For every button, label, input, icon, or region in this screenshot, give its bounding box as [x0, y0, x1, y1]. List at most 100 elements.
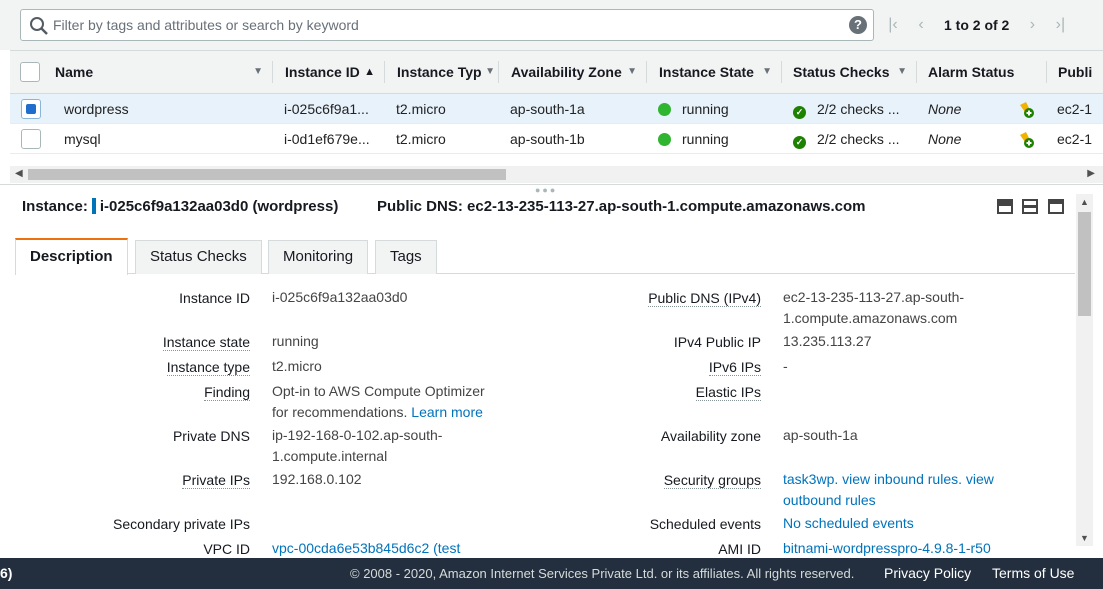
column-instance-type[interactable]: Instance Typ ▼	[385, 51, 499, 93]
column-status-checks[interactable]: Status Checks ▼	[782, 51, 917, 93]
first-page-icon[interactable]: |‹	[886, 16, 900, 34]
table-row[interactable]: wordpress i-025c6f9a1... t2.micro ap-sou…	[10, 94, 1103, 124]
terms-of-use-link[interactable]: Terms of Use	[992, 565, 1074, 581]
value-instance-state: running	[272, 333, 319, 349]
scroll-down-icon[interactable]: ▼	[1080, 533, 1089, 543]
column-public-dns[interactable]: Publi	[1047, 51, 1103, 93]
column-instance-id[interactable]: Instance ID ▲	[273, 51, 385, 93]
alarm-bell-icon[interactable]	[1017, 101, 1035, 119]
value-finding: Opt-in to AWS Compute Optimizer for reco…	[272, 383, 485, 420]
value-private-ips: 192.168.0.102	[272, 471, 362, 487]
learn-more-link[interactable]: Learn more	[411, 404, 483, 420]
footer-left-text: 6)	[0, 565, 13, 581]
security-group-link[interactable]: task3wp.	[783, 471, 838, 487]
pagination-text: 1 to 2 of 2	[944, 17, 1010, 33]
label-instance-type: Instance type	[166, 359, 250, 376]
alarm-bell-icon[interactable]	[1017, 131, 1035, 149]
selection-marker	[91, 198, 96, 214]
table-header: Name ▼ Instance ID ▲ Instance Typ ▼ Availab…	[10, 50, 1103, 94]
scheduled-events-link[interactable]: No scheduled events	[783, 513, 914, 534]
column-name[interactable]: Name ▼	[55, 51, 273, 93]
row-checkbox[interactable]	[21, 99, 41, 119]
cell-zone: ap-south-1b	[510, 131, 585, 147]
row-checkbox[interactable]	[21, 129, 41, 149]
next-page-icon[interactable]: ›	[1025, 16, 1039, 34]
vpc-id-link[interactable]: vpc-00cda6e53b845d6c2 (test	[272, 538, 460, 559]
horizontal-scrollbar[interactable]: ◀ ▶	[10, 166, 1103, 183]
cell-name: mysql	[64, 131, 101, 147]
label-private-ips: Private IPs	[182, 472, 250, 489]
cell-zone: ap-south-1a	[510, 101, 585, 117]
column-alarm-status[interactable]: Alarm Status	[917, 51, 1047, 93]
label-finding: Finding	[204, 384, 250, 401]
value-availability-zone: ap-south-1a	[783, 427, 858, 443]
layout-bottom-icon[interactable]	[997, 199, 1013, 214]
value-security-groups: task3wp. view inbound rules. view outbou…	[783, 469, 1023, 511]
privacy-policy-link[interactable]: Privacy Policy	[884, 565, 971, 581]
label-scheduled-events: Scheduled events	[649, 516, 761, 532]
scroll-up-icon[interactable]: ▲	[1080, 197, 1089, 207]
vertical-scrollbar[interactable]: ▲ ▼	[1076, 194, 1093, 546]
cell-instance-type: t2.micro	[396, 131, 446, 147]
ami-id-link[interactable]: bitnami-wordpresspro-4.9.8-1-r50	[783, 538, 991, 559]
value-public-dns: ec2-13-235-113-27.ap-south- 1.compute.ama…	[783, 289, 965, 326]
value-instance-id: i-025c6f9a132aa03d0	[272, 289, 408, 305]
tab-status-checks[interactable]: Status Checks	[135, 240, 262, 274]
label-secondary-private-ips: Secondary private IPs	[113, 516, 250, 532]
tab-tags[interactable]: Tags	[375, 240, 437, 274]
search-input[interactable]: Filter by tags and attributes or search …	[20, 9, 874, 41]
footer: 6) © 2008 - 2020, Amazon Internet Servic…	[0, 558, 1103, 589]
last-page-icon[interactable]: ›|	[1053, 16, 1067, 34]
search-icon	[30, 17, 48, 35]
view-outbound-link[interactable]: view	[966, 471, 994, 487]
label-ipv4-public-ip: IPv4 Public IP	[673, 334, 761, 350]
cell-instance-type: t2.micro	[396, 101, 446, 117]
ec2-console: Filter by tags and attributes or search …	[0, 0, 1103, 589]
column-availability-zone[interactable]: Availability Zone ▼	[499, 51, 647, 93]
label-vpc-id: VPC ID	[203, 541, 250, 557]
detail-instance-header: Instance: i-025c6f9a132aa03d0 (wordpress)	[22, 198, 339, 215]
cell-name: wordpress	[64, 101, 129, 117]
label-ipv6-ips: IPv6 IPs	[708, 359, 761, 376]
value-ipv6-ips: -	[783, 358, 788, 374]
scrollbar-thumb[interactable]	[28, 169, 506, 180]
table-row[interactable]: mysql i-0d1ef679e... t2.micro ap-south-1…	[10, 124, 1103, 154]
pagination: |‹ ‹ 1 to 2 of 2 › ›|	[886, 14, 1067, 36]
select-all-checkbox[interactable]	[20, 62, 40, 82]
label-instance-state: Instance state	[162, 334, 250, 351]
scrollbar-thumb[interactable]	[1078, 212, 1091, 316]
running-status-icon	[658, 133, 671, 146]
value-ipv4-public-ip: 13.235.113.27	[783, 333, 872, 349]
inbound-rules-link[interactable]: view inbound rules.	[842, 471, 962, 487]
cell-alarm: None	[928, 131, 962, 147]
label-elastic-ips: Elastic IPs	[695, 384, 761, 401]
scroll-right-icon[interactable]: ▶	[1087, 168, 1095, 179]
detail-public-dns-header: Public DNS: ec2-13-235-113-27.ap-south-1…	[377, 198, 866, 215]
cell-state: running	[658, 94, 729, 124]
column-instance-state[interactable]: Instance State ▼	[647, 51, 782, 93]
check-ok-icon: ✓	[793, 136, 806, 149]
layout-top-icon[interactable]	[1048, 199, 1064, 214]
outbound-rules-link[interactable]: outbound rules	[783, 492, 876, 508]
cell-status-checks: ✓ 2/2 checks ...	[793, 124, 911, 154]
layout-split-icon[interactable]	[1022, 199, 1038, 214]
check-ok-icon: ✓	[793, 106, 806, 119]
cell-instance-id: i-0d1ef679e...	[284, 131, 370, 147]
label-ami-id: AMI ID	[718, 541, 761, 557]
help-icon[interactable]: ?	[849, 16, 867, 34]
cell-instance-id: i-025c6f9a1...	[284, 101, 369, 117]
value-private-dns: ip-192-168-0-102.ap-south- 1.compute.inte…	[272, 427, 443, 464]
detail-tabs: Description Status Checks Monitoring Tag…	[15, 238, 1075, 275]
copyright: © 2008 - 2020, Amazon Internet Services …	[350, 566, 855, 581]
label-private-dns: Private DNS	[172, 428, 250, 444]
tab-description[interactable]: Description	[15, 238, 128, 275]
cell-public-dns: ec2-1	[1057, 101, 1093, 117]
search-placeholder: Filter by tags and attributes or search …	[53, 17, 359, 33]
scroll-left-icon[interactable]: ◀	[15, 168, 23, 179]
tab-monitoring[interactable]: Monitoring	[268, 240, 369, 274]
running-status-icon	[658, 103, 671, 116]
resize-grip-icon[interactable]: ●●●	[535, 185, 557, 195]
prev-page-icon[interactable]: ‹	[914, 16, 928, 34]
cell-public-dns: ec2-1	[1057, 131, 1093, 147]
label-public-dns: Public DNS (IPv4)	[648, 290, 761, 307]
